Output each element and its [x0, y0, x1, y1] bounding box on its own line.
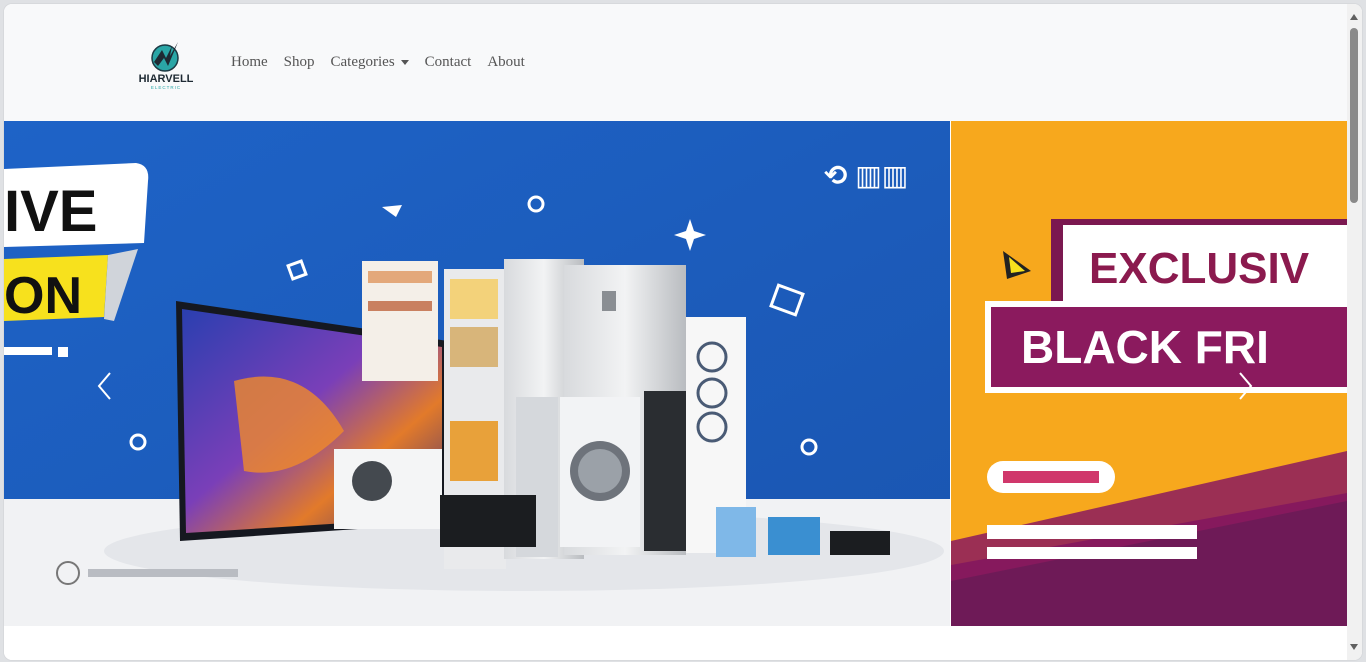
slide-a-headline-top: IVE: [4, 179, 98, 244]
black-friday-banner-image: EXCLUSIV BLACK FRI: [951, 121, 1347, 626]
nav-menu: Home Shop Categories Contact About: [231, 52, 541, 73]
appliances-banner-image: IVE ON ⟲ ▥▥: [4, 121, 950, 626]
scrollbar-thumb[interactable]: [1350, 28, 1358, 203]
chevron-right-icon: [1239, 372, 1253, 400]
nav-shop[interactable]: Shop: [284, 52, 323, 73]
nav-shop-label: Shop: [283, 54, 315, 70]
hero-carousel: IVE ON ⟲ ▥▥ EXCLUSIV BLACK FRI: [4, 121, 1347, 626]
nav-home[interactable]: Home: [231, 52, 276, 73]
caret-down-icon: [400, 60, 409, 65]
carousel-next-button[interactable]: [1234, 371, 1256, 401]
brand-tagline: ELECTRIC: [151, 85, 181, 90]
navbar: HIARVELL ELECTRIC Home Shop Categories C…: [4, 4, 1347, 121]
carousel-slide-black-friday[interactable]: EXCLUSIV BLACK FRI: [951, 121, 1347, 626]
scroll-up-arrow-icon[interactable]: [1350, 14, 1358, 20]
nav-contact-label: Contact: [424, 54, 472, 70]
browser-viewport: HIARVELL ELECTRIC Home Shop Categories C…: [4, 4, 1362, 660]
slide-b-headline-bottom: BLACK FRI: [1021, 321, 1269, 373]
carousel-slide-appliances[interactable]: IVE ON ⟲ ▥▥: [4, 121, 950, 626]
nav-about[interactable]: About: [487, 52, 533, 73]
carousel-prev-button[interactable]: [94, 371, 116, 401]
page-content-area: [4, 626, 1347, 660]
slide-b-headline-top: EXCLUSIV: [1089, 244, 1310, 293]
nav-home-label: Home: [231, 54, 268, 70]
nav-contact[interactable]: Contact: [425, 52, 480, 73]
brand-logo[interactable]: HIARVELL ELECTRIC: [134, 36, 198, 92]
vertical-scrollbar[interactable]: [1347, 4, 1362, 660]
brand-name: HIARVELL: [139, 73, 194, 85]
nav-categories-dropdown[interactable]: Categories: [331, 52, 417, 73]
slide-a-headline-bottom: ON: [4, 267, 82, 325]
lightning-logo-icon: HIARVELL ELECTRIC: [139, 42, 194, 90]
nav-about-label: About: [487, 54, 525, 70]
nav-categories-label: Categories: [330, 54, 395, 70]
chevron-left-icon: [97, 372, 111, 400]
scroll-down-arrow-icon[interactable]: [1350, 644, 1358, 650]
svg-text:⟲ ▥▥: ⟲ ▥▥: [824, 160, 908, 191]
